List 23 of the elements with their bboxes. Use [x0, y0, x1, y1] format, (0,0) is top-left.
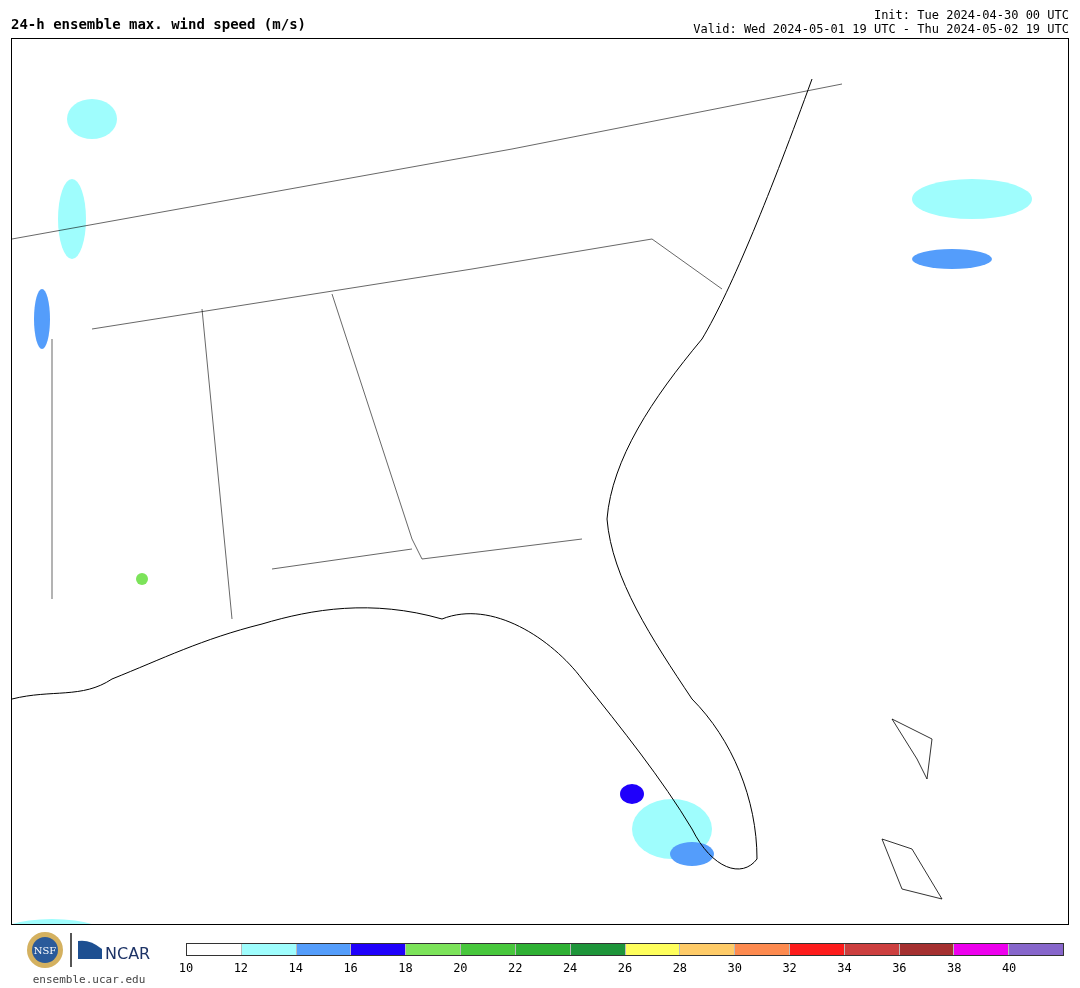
scale-tick-label: 34 — [837, 961, 852, 975]
scale-tick-label: 20 — [453, 961, 468, 975]
scale-tick-label: 32 — [782, 961, 797, 975]
nsf-logo: NSF — [26, 931, 64, 969]
scale-tick-label: 18 — [398, 961, 413, 975]
scale-tick-label: 14 — [288, 961, 303, 975]
scale-tick-label: 28 — [672, 961, 688, 975]
scale-tick-label: 12 — [233, 961, 249, 975]
scale-tick-label: 26 — [617, 961, 633, 975]
scale-tick-label: 36 — [892, 961, 907, 975]
ncar-logo: NCAR — [78, 939, 152, 961]
init-time: Init: Tue 2024-04-30 00 UTC — [873, 8, 1069, 22]
scale-tick-label: 30 — [727, 961, 742, 975]
scale-tick-label: 40 — [1001, 961, 1017, 975]
site-url: ensemble.ucar.edu — [32, 973, 146, 986]
valid-time: Valid: Wed 2024-05-01 19 UTC - Thu 2024-05-02 19 UTC — [693, 22, 1069, 36]
chart-title: 24-h ensemble max. wind speed (m/s) — [11, 16, 306, 34]
scale-tick-label: 22 — [508, 961, 523, 975]
scale-tick-label: 16 — [343, 961, 358, 975]
scale-tick-label: 38 — [947, 961, 962, 975]
scale-tick-label: 10 — [178, 961, 194, 975]
scale-tick-label: 24 — [562, 961, 578, 975]
divider-line — [70, 933, 72, 967]
